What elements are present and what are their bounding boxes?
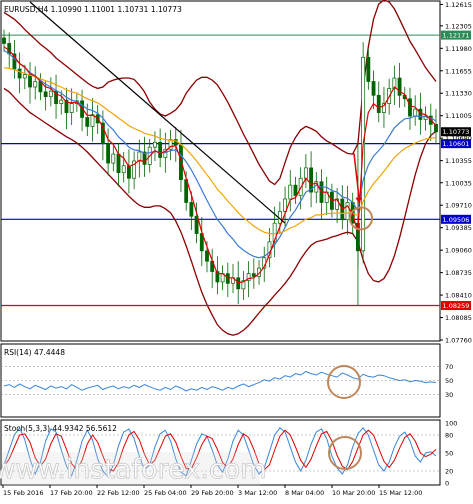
level-tag-label: 1.09506 [443,216,470,224]
y-tick-label: 1.12615 [445,1,472,9]
candle-body [85,117,90,127]
main-price-panel: 1.121711.107731.106011.095061.08259 EURU… [0,0,472,345]
watermark-text: www.instaforex.com [0,454,267,485]
candle-body [376,94,381,113]
candle-body [288,184,293,200]
candle-body [106,143,111,164]
candle-body [371,81,376,96]
x-tick-label: 10 Mar 20:00 [332,489,375,497]
candle-body [111,153,116,164]
candle-body [28,74,32,88]
stoch-y-tick-label: 80 [445,432,453,440]
candle-body [116,153,121,174]
candle-body [413,108,418,117]
level-tag-label: 1.08259 [443,302,470,310]
x-tick-label: 29 Feb 20:00 [191,489,234,497]
candle-body [127,165,131,179]
candle-body [43,91,48,98]
level-tag-label: 1.12171 [443,32,470,40]
x-tick-label: 15 Mar 12:00 [379,489,422,497]
y-tick-label: 1.10035 [445,179,472,187]
y-tick-label: 1.11980 [445,45,472,53]
rsi-panel: RSI(14) 47.4448 70 50 30 [0,343,453,418]
stoch-y-tick-label: 0 [445,480,449,488]
y-tick-label: 1.09385 [445,224,472,232]
candle-body [205,250,209,262]
candle-body [69,103,74,113]
y-tick-label: 1.09710 [445,202,472,210]
y-tick-label: 1.12305 [445,22,472,30]
y-tick-label: 1.10355 [445,157,472,165]
candle-body [158,141,163,158]
candle-body [251,273,256,277]
y-tick-label: 1.09060 [445,247,472,255]
candle-body [153,141,157,148]
candle-body [189,202,194,217]
candle-body [2,37,6,44]
y-tick-label: 1.07760 [445,337,472,345]
candle-body [225,273,230,284]
rsi-y-tick-label: 30 [445,391,453,399]
x-tick-label: 22 Feb 12:00 [97,489,140,497]
candle-body [303,167,308,179]
chart-container: 1.12171 1.10773 1.10601 1.09506 1.08259 EURU… [0,0,473,500]
stoch-y-tick-label: 50 [445,450,453,458]
candle-body [22,74,27,79]
rsi-y-tick-label: 70 [445,363,453,371]
candle-body [48,90,53,98]
stoch-y-tick-label: 100 [445,420,457,428]
y-tick-label: 1.08085 [445,314,472,322]
candle-body [397,77,402,96]
main-chart-title: EURUSD,H4 1.10990 1.11001 1.10731 1.1077… [4,5,182,14]
candle-body [121,165,126,174]
rsi-y-tick-label: 50 [445,377,453,385]
rsi-title: RSI(14) 47.4448 [4,348,65,357]
candle-body [293,184,298,196]
y-tick-label: 1.11005 [445,112,472,120]
stoch-title: Stoch(5,3,3) 44.9342 56.5612 [4,424,117,433]
candle-body [59,99,64,104]
x-tick-label: 3 Mar 12:00 [238,489,277,497]
candle-body [345,202,350,221]
x-tick-label: 17 Feb 20:00 [50,489,93,497]
candle-body [408,98,412,117]
y-tick-label: 1.08410 [445,292,472,300]
candle-body [236,277,241,290]
candle-body [137,151,142,162]
y-tick-label: 1.11655 [445,67,472,75]
chart-svg: 1.121711.107731.106011.095061.08259 EURU… [0,0,473,500]
x-tick-label: 8 Mar 04:00 [285,489,324,497]
watermark: www.instaforex.com [0,452,267,486]
candle-body [17,68,22,79]
candle-body [366,56,371,82]
candle-body [33,81,38,88]
candle-body [418,108,423,120]
y-tick-label: 1.08735 [445,269,472,277]
stoch-y-tick-label: 20 [445,468,453,476]
x-tick-label: 15 Feb 2016 [3,489,43,497]
x-tick-label: 25 Feb 04:00 [144,489,187,497]
y-tick-label: 1.10680 [445,135,472,143]
y-tick-label: 1.11330 [445,90,472,98]
